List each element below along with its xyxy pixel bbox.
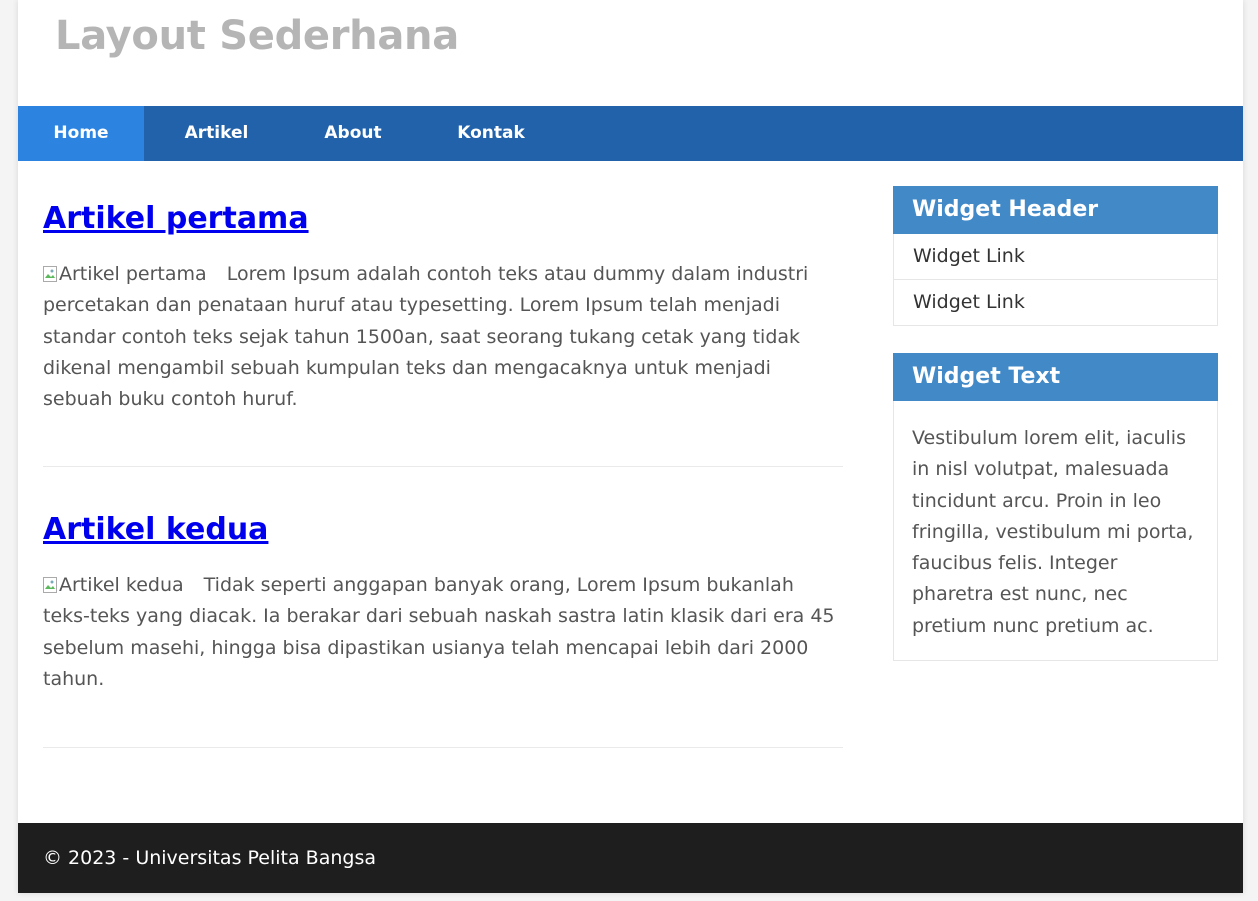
footer-copyright: © 2023 - Universitas Pelita Bangsa: [43, 847, 376, 869]
nav-item-artikel[interactable]: Artikel: [144, 106, 289, 161]
site-footer: © 2023 - Universitas Pelita Bangsa: [18, 823, 1243, 893]
article-card: Artikel kedua Artikel kedua Tidak seperti…: [43, 466, 843, 748]
article-card: Artikel pertama Artikel pertama Lorem Ips…: [43, 161, 843, 467]
nav-item-kontak[interactable]: Kontak: [417, 106, 565, 161]
article-title: Artikel pertama: [43, 199, 309, 239]
broken-image-icon: [43, 572, 57, 593]
widget-link[interactable]: Widget Link: [894, 280, 1217, 325]
site-title: Layout Sederhana: [55, 13, 459, 59]
widget-text: Widget Text Vestibulum lorem elit, iacul…: [893, 353, 1218, 662]
article-body: Artikel kedua Tidak seperti anggapan bany…: [43, 570, 843, 695]
article-body: Artikel pertama Lorem Ipsum adalah contoh…: [43, 259, 843, 415]
broken-image-icon: [43, 261, 57, 282]
article-image-alt: Artikel pertama: [59, 263, 207, 285]
widget-link[interactable]: Widget Link: [894, 234, 1217, 280]
article-title-link[interactable]: Artikel kedua: [43, 512, 268, 547]
article-image: Artikel pertama: [43, 259, 207, 290]
article-title: Artikel kedua: [43, 510, 268, 550]
nav-item-home[interactable]: Home: [18, 106, 144, 161]
page-container: Layout Sederhana Home Artikel About Kont…: [18, 0, 1243, 893]
widget-links: Widget Header Widget Link Widget Link: [893, 186, 1218, 326]
widget-text-body: Vestibulum lorem elit, iaculis in nisl v…: [912, 427, 1194, 637]
widget-header: Widget Header: [893, 186, 1218, 234]
article-image-alt: Artikel kedua: [59, 574, 184, 596]
main-nav: Home Artikel About Kontak: [18, 106, 1243, 161]
article-image: Artikel kedua: [43, 570, 184, 601]
nav-item-about[interactable]: About: [289, 106, 417, 161]
article-title-link[interactable]: Artikel pertama: [43, 201, 309, 236]
site-header: Layout Sederhana: [18, 0, 1243, 106]
widget-text-header: Widget Text: [893, 353, 1218, 401]
